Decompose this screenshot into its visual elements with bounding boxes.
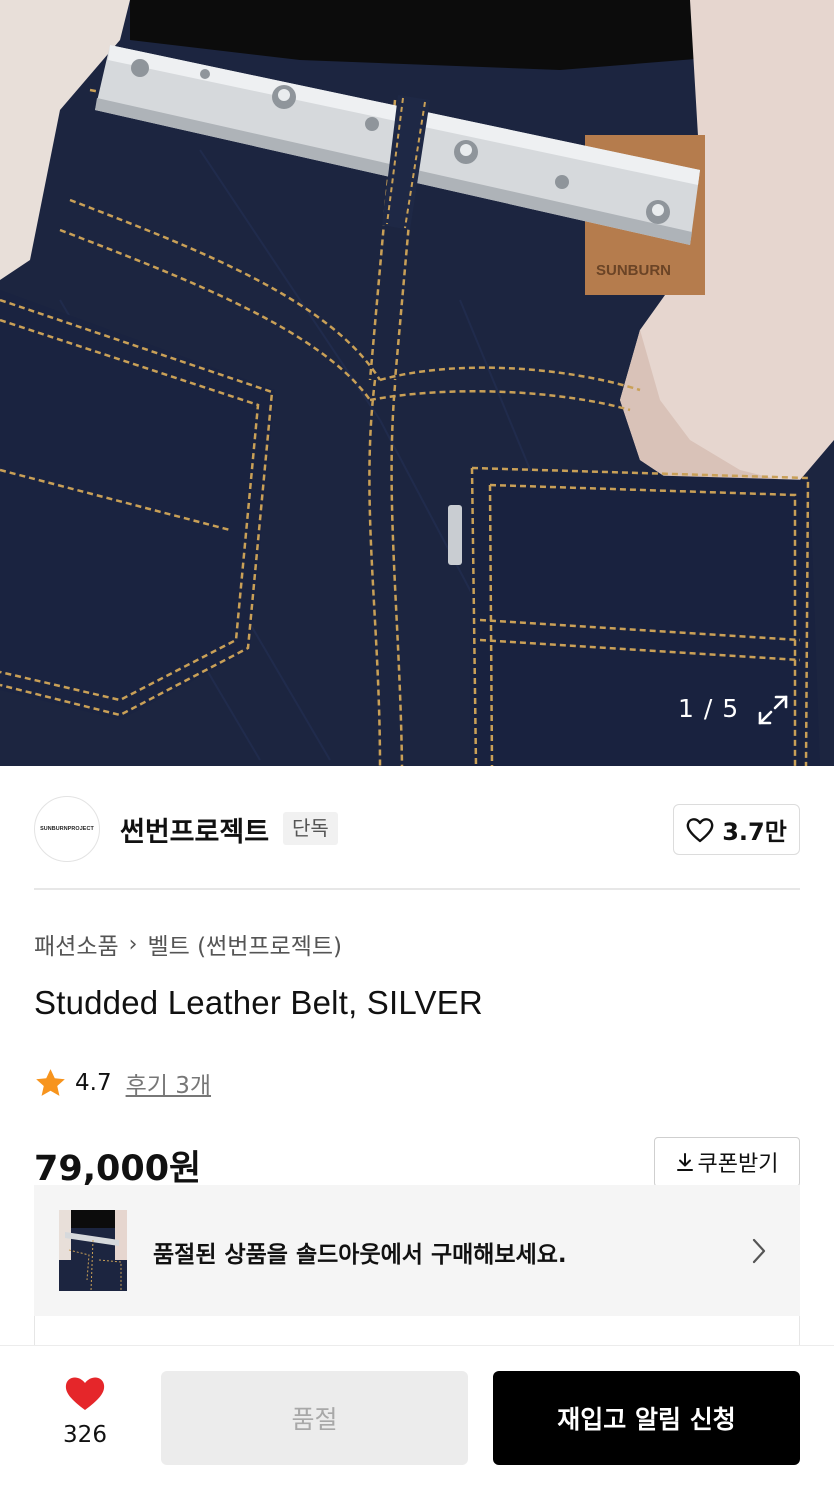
divider bbox=[34, 888, 800, 890]
brand-like-count: 3.7만 bbox=[722, 818, 787, 846]
breadcrumb-category[interactable]: 패션소품 bbox=[34, 927, 119, 961]
brand-row: SUNBURNPROJECT 썬번프로젝트 단독 3.7만 bbox=[34, 796, 800, 862]
heart-outline-icon bbox=[686, 817, 714, 842]
soldout-button[interactable]: 품절 bbox=[161, 1371, 468, 1465]
expand-icon[interactable] bbox=[756, 693, 790, 727]
brand-logo[interactable]: SUNBURNPROJECT bbox=[34, 796, 100, 862]
rating-row: 4.7 후기 3개 bbox=[34, 1066, 211, 1100]
banner-thumbnail bbox=[59, 1210, 127, 1291]
download-icon bbox=[676, 1153, 693, 1171]
brand-like-button[interactable]: 3.7만 bbox=[673, 804, 800, 855]
soldout-banner-text: 품절된 상품을 솔드아웃에서 구매해보세요. bbox=[153, 1242, 567, 1268]
product-title: Studded Leather Belt, SILVER bbox=[34, 984, 483, 1021]
brand-name[interactable]: 썬번프로젝트 bbox=[120, 810, 269, 849]
exclusive-badge: 단독 bbox=[283, 812, 338, 845]
breadcrumb: 패션소품 › 벨트 (썬번프로젝트) bbox=[34, 927, 342, 961]
image-counter: 1 / 5 bbox=[678, 694, 740, 723]
breadcrumb-subcategory[interactable]: 벨트 (썬번프로젝트) bbox=[147, 927, 342, 961]
restock-alert-button[interactable]: 재입고 알림 신청 bbox=[493, 1371, 800, 1465]
product-photo: SUNBURN bbox=[0, 0, 834, 766]
wishlist-button[interactable]: 326 bbox=[50, 1374, 120, 1460]
product-price: 79,000원 bbox=[34, 1149, 202, 1189]
brand-logo-text: SUNBURNPROJECT bbox=[40, 826, 94, 832]
coupon-button[interactable]: 쿠폰받기 bbox=[654, 1137, 800, 1187]
star-icon bbox=[36, 1068, 65, 1096]
jeans-label-text: SUNBURN bbox=[596, 262, 671, 279]
bottom-action-bar: 326 품절 재입고 알림 신청 bbox=[0, 1345, 834, 1500]
soldout-banner[interactable]: 품절된 상품을 솔드아웃에서 구매해보세요. bbox=[34, 1185, 800, 1316]
coupon-label: 쿠폰받기 bbox=[697, 1152, 779, 1177]
rating-value: 4.7 bbox=[75, 1070, 112, 1096]
chevron-right-icon bbox=[752, 1238, 766, 1264]
heart-filled-icon bbox=[65, 1377, 105, 1410]
product-image-gallery[interactable]: SUNBURN 1 / 5 bbox=[0, 0, 834, 766]
review-link[interactable]: 후기 3개 bbox=[126, 1066, 211, 1100]
chevron-right-icon: › bbox=[128, 931, 138, 957]
wishlist-count: 326 bbox=[63, 1422, 107, 1448]
